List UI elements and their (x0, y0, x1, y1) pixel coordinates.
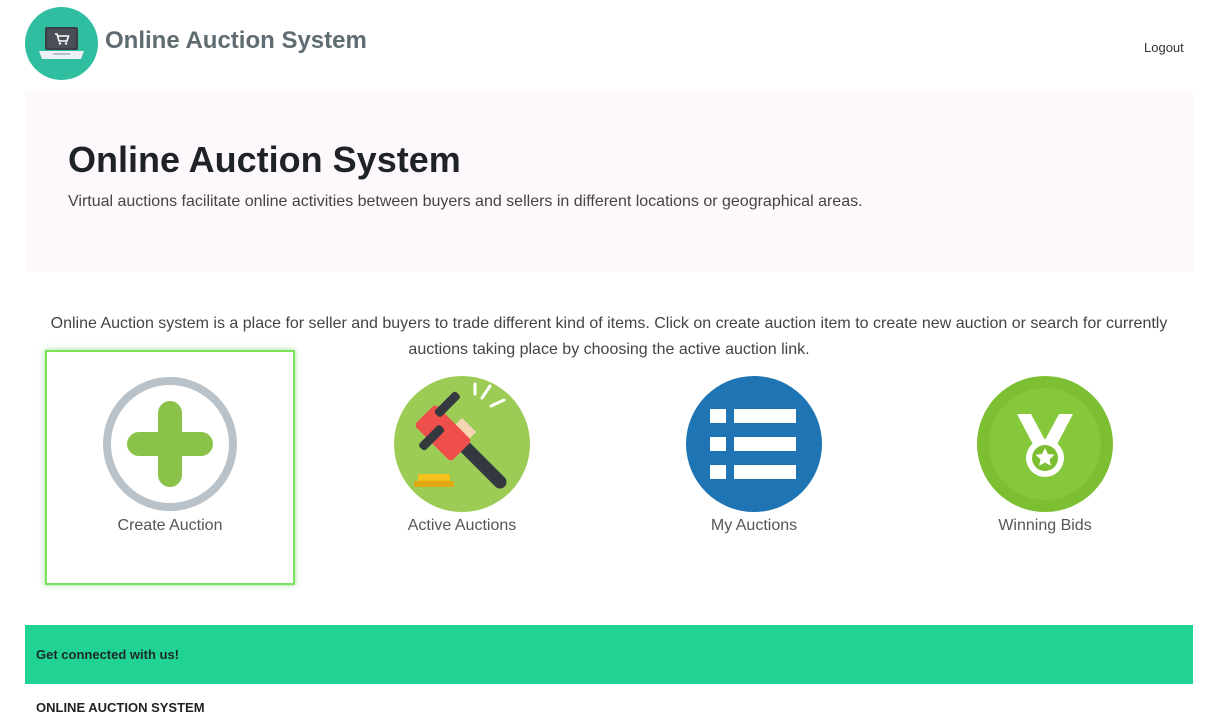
my-auctions-tile[interactable]: My Auctions (629, 350, 879, 585)
winning-bids-tile[interactable]: Winning Bids (920, 350, 1170, 585)
footer-banner-text: Get connected with us! (36, 647, 180, 662)
gavel-icon (394, 376, 530, 512)
footer-banner: Get connected with us! (25, 625, 1193, 684)
medal-icon (977, 376, 1113, 512)
list-icon (686, 376, 822, 512)
laptop-cart-icon (39, 27, 84, 59)
tile-label: My Auctions (710, 517, 798, 534)
footer-brand: ONLINE AUCTION SYSTEM (36, 700, 205, 715)
tile-label: Winning Bids (998, 517, 1092, 534)
plus-circle-icon (102, 376, 238, 512)
logout-link[interactable]: Logout (1144, 39, 1184, 57)
hero-banner: Online Auction System Virtual auctions f… (25, 91, 1193, 272)
brand-title: Online Auction System (105, 27, 367, 54)
logo (25, 7, 98, 80)
tile-label: Active Auctions (407, 517, 517, 534)
hero-subtitle: Virtual auctions facilitate online activ… (68, 193, 863, 210)
create-auction-tile[interactable]: Create Auction (45, 350, 295, 585)
active-auctions-tile[interactable]: Active Auctions (337, 350, 587, 585)
hero-title: Online Auction System (68, 139, 461, 180)
tile-label: Create Auction (117, 517, 223, 534)
